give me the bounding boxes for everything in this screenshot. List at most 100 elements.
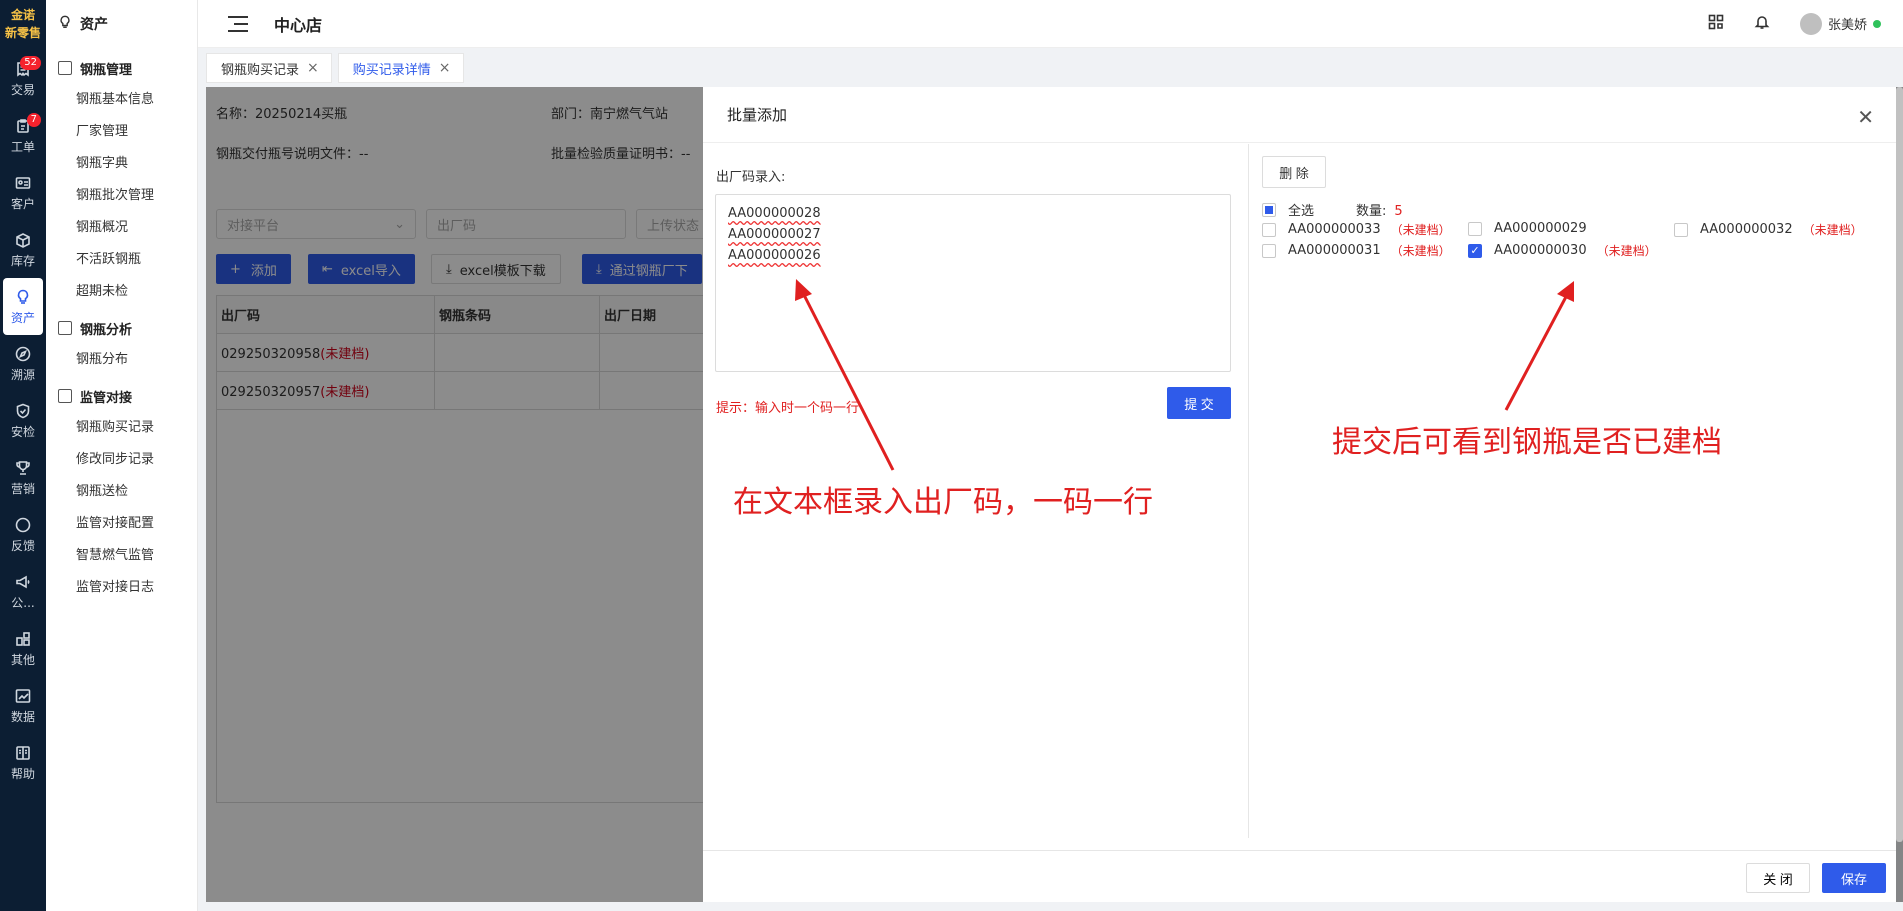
rail-item-notice[interactable]: 公...: [0, 563, 46, 620]
submenu-group[interactable]: 钢瓶管理: [46, 52, 197, 84]
brand-logo[interactable]: 金诺 新零售: [0, 0, 46, 50]
submenu-item[interactable]: 修改同步记录: [46, 444, 197, 476]
code-item[interactable]: AA000000033 （未建档）: [1262, 221, 1451, 238]
page-scrollbar[interactable]: [1896, 87, 1903, 842]
rail-item-label: 溯源: [10, 367, 35, 382]
code-item[interactable]: ✓ AA000000030 （未建档）: [1468, 242, 1657, 259]
submenu-item[interactable]: 钢瓶购买记录: [46, 412, 197, 444]
rail-item-label: 库存: [10, 253, 35, 268]
code-checkbox[interactable]: [1674, 222, 1688, 237]
archive-status: （未建档）: [1390, 223, 1451, 237]
submenu-item[interactable]: 钢瓶基本信息: [46, 84, 197, 116]
compass-icon: [14, 345, 32, 363]
submenu-group-label: 钢瓶管理: [80, 62, 133, 78]
box-icon: [14, 231, 32, 249]
select-all-checkbox[interactable]: [1262, 202, 1276, 217]
megaphone-icon: [14, 573, 32, 591]
submenu-item[interactable]: 钢瓶概况: [46, 212, 197, 244]
menu-toggle-icon[interactable]: [228, 15, 248, 32]
qrcode-icon[interactable]: [1708, 14, 1724, 34]
notification-badge: 52: [20, 56, 41, 70]
drawer-footer: 关 闭 保存: [703, 850, 1896, 902]
rail-item-help[interactable]: 帮助: [0, 734, 46, 791]
select-all-row: 全选 数量: 5: [1262, 200, 1403, 219]
rail-item-asset[interactable]: 资产: [3, 278, 43, 335]
rail-item-safety[interactable]: 安检: [0, 392, 46, 449]
folder-icon: [58, 389, 72, 403]
submenu-item[interactable]: 超期未检: [46, 276, 197, 308]
close-icon[interactable]: ×: [307, 60, 319, 76]
code-checkbox[interactable]: ✓: [1468, 243, 1482, 258]
rail-item-label: 其他: [10, 652, 35, 667]
archive-status: （未建档）: [1802, 223, 1863, 237]
factory-code-textarea[interactable]: [715, 194, 1231, 372]
code-item[interactable]: AA000000032 （未建档）: [1674, 221, 1863, 238]
tab-purchase-detail[interactable]: 购买记录详情 ×: [337, 53, 464, 83]
rail-item-trade[interactable]: 交易 52: [0, 50, 46, 107]
submenu-item[interactable]: 厂家管理: [46, 116, 197, 148]
code-item[interactable]: AA000000029: [1468, 221, 1587, 236]
count-label: 数量:: [1356, 204, 1387, 219]
close-icon[interactable]: ×: [439, 60, 451, 76]
store-title: 中心店: [274, 15, 323, 35]
submenu-group[interactable]: 钢瓶分析: [46, 312, 197, 344]
rail-item-inventory[interactable]: 库存: [0, 221, 46, 278]
code-item[interactable]: AA000000031 （未建档）: [1262, 242, 1451, 259]
code-checkbox[interactable]: [1262, 243, 1276, 258]
id-card-icon: [14, 174, 32, 192]
rail-item-marketing[interactable]: 营销: [0, 449, 46, 506]
book-icon: [14, 744, 32, 762]
rail-item-label: 资产: [10, 310, 35, 325]
code-value: AA000000030: [1494, 243, 1587, 258]
submenu-header: 资产: [46, 0, 197, 48]
submenu-group[interactable]: 监管对接: [46, 380, 197, 412]
close-button[interactable]: 关 闭: [1746, 863, 1810, 893]
save-button[interactable]: 保存: [1822, 863, 1886, 893]
rail-item-other[interactable]: 其他: [0, 620, 46, 677]
rail-item-feedback[interactable]: 反馈: [0, 506, 46, 563]
rail-item-data[interactable]: 数据: [0, 677, 46, 734]
online-status-dot: [1873, 19, 1881, 28]
submenu-group-label: 钢瓶分析: [80, 322, 133, 338]
submenu-item[interactable]: 钢瓶分布: [46, 344, 197, 376]
rail-item-label: 数据: [10, 709, 35, 724]
submenu-item[interactable]: 钢瓶送检: [46, 476, 197, 508]
tab-purchase-records[interactable]: 钢瓶购买记录 ×: [206, 53, 332, 83]
submenu-item[interactable]: 不活跃钢瓶: [46, 244, 197, 276]
submenu-item[interactable]: 智慧燃气监管: [46, 540, 197, 572]
tab-label: 购买记录详情: [352, 62, 431, 78]
count-display: 数量: 5: [1356, 200, 1403, 219]
code-checkbox[interactable]: [1262, 222, 1276, 237]
annotation-right: 提交后可看到钢瓶是否已建档: [1332, 425, 1722, 460]
drawer-title: 批量添加: [703, 87, 1896, 143]
rail-item-label: 交易: [10, 82, 35, 97]
submenu-item[interactable]: 监管对接配置: [46, 508, 197, 540]
lightbulb-icon: [14, 288, 32, 306]
submenu-item[interactable]: 钢瓶字典: [46, 148, 197, 180]
rail-item-label: 反馈: [10, 538, 35, 553]
code-value: AA000000032: [1700, 222, 1793, 237]
submit-button[interactable]: 提 交: [1167, 387, 1231, 419]
submenu-group-label: 监管对接: [80, 390, 133, 406]
delete-button[interactable]: 删 除: [1262, 156, 1326, 188]
submenu-item[interactable]: 监管对接日志: [46, 572, 197, 604]
rail-item-label: 营销: [10, 481, 35, 496]
code-input-label: 出厂码录入:: [716, 170, 786, 185]
rail-item-trace[interactable]: 溯源: [0, 335, 46, 392]
shield-check-icon: [14, 402, 32, 420]
archive-status: （未建档）: [1596, 244, 1657, 258]
bell-icon[interactable]: [1754, 14, 1770, 34]
rail-item-customer[interactable]: 客户: [0, 164, 46, 221]
notification-badge: 7: [26, 113, 41, 127]
rail-item-label: 工单: [10, 139, 35, 154]
submenu-title: 资产: [80, 17, 108, 33]
chat-icon: [14, 516, 32, 534]
close-icon[interactable]: ✕: [1857, 105, 1874, 129]
submenu-item[interactable]: 钢瓶批次管理: [46, 180, 197, 212]
rail-item-workorder[interactable]: 工单 7: [0, 107, 46, 164]
page-tabs: 钢瓶购买记录 × 购买记录详情 ×: [206, 53, 464, 83]
user-menu[interactable]: 张美娇: [1799, 12, 1881, 35]
code-checkbox[interactable]: [1468, 221, 1482, 236]
code-value: AA000000033: [1288, 222, 1381, 237]
rail-item-label: 客户: [10, 196, 35, 211]
